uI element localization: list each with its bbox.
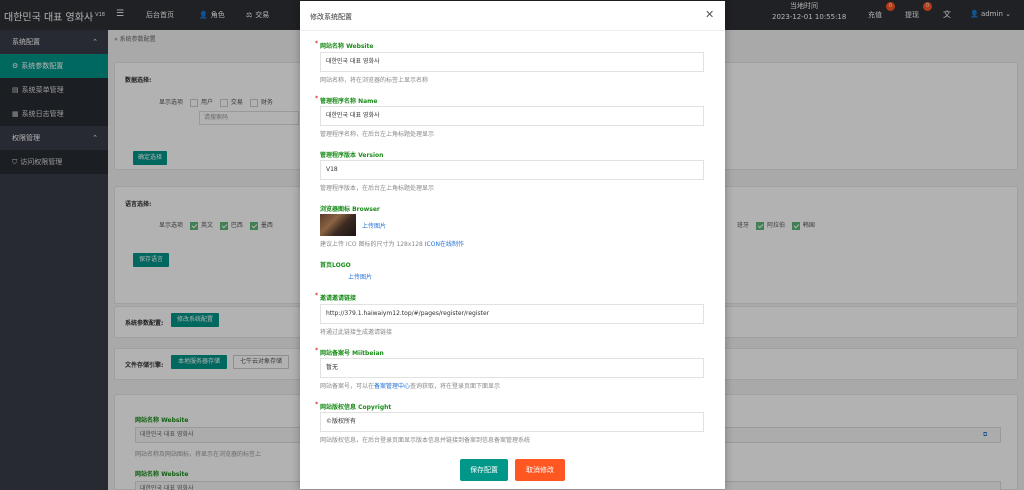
name-help: 管理程序名称，在后台左上角标题处理显示 [320,131,435,138]
required-mark: * [315,401,319,408]
icp-label: * 网站备案号 Miitbeian [315,347,384,357]
website-label-text: 网站名称 Website [320,43,374,50]
icp-help: 网站备案号，可以在备案管理中心查询获取，将在登录页面下面显示 [320,381,500,390]
invite-label-text: 邀请邀请链接 [320,295,357,302]
website-input[interactable]: 대한민국 대표 영화사 [320,52,704,72]
icp-help-prefix: 网站备案号，可以在 [320,383,375,390]
version-label: 管理程序版本 Version [320,150,383,159]
save-config-button[interactable]: 保存配置 [460,459,508,481]
icp-help-suffix: 查询获取，将在登录页面下面显示 [410,383,501,390]
icp-center-link[interactable]: 备案管理中心 [374,383,410,390]
name-label: * 管理程序名称 Name [315,95,378,105]
invite-help: 将通过此链接生成邀请链接 [320,329,393,336]
name-label-text: 管理程序名称 Name [320,98,378,105]
version-input[interactable]: V18 [320,160,704,180]
browser-icon-preview [320,214,356,236]
browser-help: 建议上传 ICO 图标的尺寸为 128x128 ICON在线制作 [320,239,464,248]
website-label: * 网站名称 Website [315,40,374,50]
copyright-label-text: 网站版权信息 Copyright [320,404,392,411]
website-help: 网站名称，将在浏览器的标签上显示名称 [320,77,429,84]
logo-upload-link[interactable]: 上传图片 [348,272,372,281]
invite-input[interactable]: http://379.1.haiwaiym12.top/#/pages/regi… [320,304,704,324]
invite-label: * 邀请邀请链接 [315,292,357,302]
icp-input[interactable]: 暂无 [320,358,704,378]
logo-label: 首页LOGO [320,260,351,269]
required-mark: * [315,292,319,299]
cancel-edit-button[interactable]: 取消修改 [515,459,565,481]
name-input[interactable]: 대한민국 대표 영화사 [320,106,704,126]
copyright-input[interactable]: ©版权所有 [320,412,704,432]
icon-maker-link[interactable]: ICON在线制作 [425,241,464,248]
modal-title: 修改系统配置 [310,13,352,21]
copyright-label: * 网站版权信息 Copyright [315,401,392,411]
copyright-help: 网站版权信息，在后台登录页面显示版本信息并链接到备案到信息备案管理系统 [320,437,531,444]
version-label-text: 管理程序版本 Version [320,152,384,159]
browser-label-text: 浏览器图标 Browser [320,206,380,213]
icp-label-text: 网站备案号 Miitbeian [320,350,384,357]
modal-footer: 保存配置 取消修改 [300,453,725,489]
required-mark: * [315,40,319,47]
modal-body: * 网站名称 Website 대한민국 대표 영화사 网站名称，将在浏览器的标签上… [300,32,725,452]
required-mark: * [315,347,319,354]
modal-header: 修改系统配置 ✕ [300,1,725,31]
version-help: 管理程序版本，在后台左上角标题处理显示 [320,185,435,192]
logo-label-text: 首页LOGO [320,262,351,269]
required-mark: * [315,95,319,102]
edit-config-modal: 修改系统配置 ✕ * 网站名称 Website 대한민국 대표 영화사 网站名称，… [300,1,725,489]
browser-label: 浏览器图标 Browser [320,204,380,213]
browser-help-text: 建议上传 ICO 图标的尺寸为 128x128 [320,241,425,248]
browser-upload-link[interactable]: 上传图片 [362,221,386,230]
close-icon[interactable]: ✕ [705,9,714,21]
